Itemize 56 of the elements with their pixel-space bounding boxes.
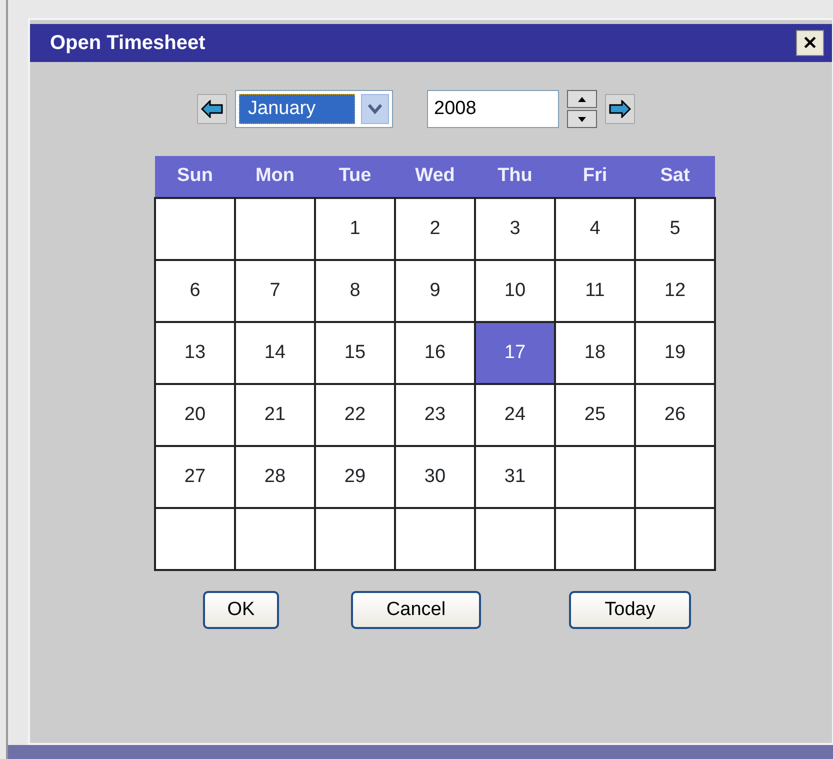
day-cell[interactable]: 28 xyxy=(235,446,315,508)
day-cell[interactable]: 13 xyxy=(155,322,235,384)
month-dropdown[interactable]: January xyxy=(235,90,393,128)
dialog-button[interactable]: Cancel xyxy=(351,591,481,629)
weekday-header: Mon xyxy=(235,156,315,198)
day-cell[interactable]: 11 xyxy=(555,260,635,322)
day-cell[interactable]: 20 xyxy=(155,384,235,446)
year-field[interactable]: 2008 xyxy=(427,90,559,128)
day-cell[interactable]: 9 xyxy=(395,260,475,322)
dialog-button[interactable]: Today xyxy=(569,591,691,629)
day-cell[interactable]: 14 xyxy=(235,322,315,384)
day-cell[interactable]: 29 xyxy=(315,446,395,508)
month-value: January xyxy=(239,94,355,124)
weekday-header: Sun xyxy=(155,156,235,198)
day-cell[interactable]: 15 xyxy=(315,322,395,384)
day-cell[interactable]: 2 xyxy=(395,198,475,260)
weekday-header: Sat xyxy=(635,156,715,198)
weekday-header: Tue xyxy=(315,156,395,198)
down-triangle-icon xyxy=(577,114,587,124)
day-cell[interactable]: 27 xyxy=(155,446,235,508)
day-cell[interactable]: 24 xyxy=(475,384,555,446)
day-cell[interactable]: 8 xyxy=(315,260,395,322)
weekday-header: Fri xyxy=(555,156,635,198)
day-cell[interactable]: 18 xyxy=(555,322,635,384)
weekday-header: Wed xyxy=(395,156,475,198)
day-cell[interactable]: 25 xyxy=(555,384,635,446)
up-triangle-icon xyxy=(577,94,587,104)
day-cell[interactable]: 12 xyxy=(635,260,715,322)
day-cell[interactable]: 16 xyxy=(395,322,475,384)
day-cell[interactable]: 22 xyxy=(315,384,395,446)
right-arrow-icon xyxy=(609,100,631,118)
close-button[interactable]: ✕ xyxy=(796,30,824,56)
day-cell[interactable]: 10 xyxy=(475,260,555,322)
day-cell[interactable]: 30 xyxy=(395,446,475,508)
day-cell[interactable]: 19 xyxy=(635,322,715,384)
day-cell[interactable]: 31 xyxy=(475,446,555,508)
day-cell[interactable]: 6 xyxy=(155,260,235,322)
day-cell[interactable]: 23 xyxy=(395,384,475,446)
spin-down-button[interactable] xyxy=(567,110,597,128)
day-cell[interactable]: 21 xyxy=(235,384,315,446)
spin-up-button[interactable] xyxy=(567,90,597,108)
window-title: Open Timesheet xyxy=(50,31,206,56)
left-arrow-icon xyxy=(201,100,223,118)
day-cell[interactable]: 4 xyxy=(555,198,635,260)
day-cell[interactable]: 5 xyxy=(635,198,715,260)
dropdown-button[interactable] xyxy=(361,94,389,124)
dialog-button[interactable]: OK xyxy=(203,591,279,629)
arrow-button[interactable] xyxy=(197,94,227,124)
selected-day-cell[interactable]: 17 xyxy=(475,322,555,384)
day-cell[interactable]: 26 xyxy=(635,384,715,446)
day-cell[interactable]: 3 xyxy=(475,198,555,260)
chevron-down-icon xyxy=(368,104,382,114)
day-cell[interactable]: 1 xyxy=(315,198,395,260)
day-cell[interactable]: 7 xyxy=(235,260,315,322)
weekday-header: Thu xyxy=(475,156,555,198)
arrow-button[interactable] xyxy=(605,94,635,124)
